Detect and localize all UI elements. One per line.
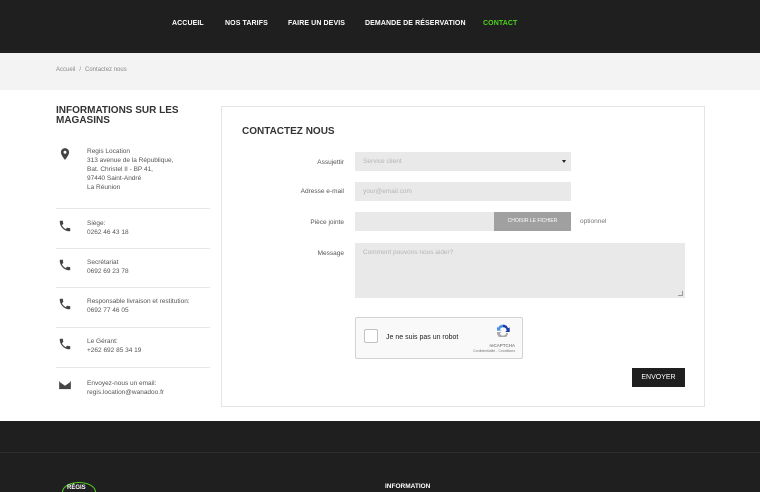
contact-form-panel: CONTACTEZ NOUS Assujettir Service client… <box>221 106 705 407</box>
info-line: Regis Location <box>87 148 130 155</box>
phone-icon <box>58 337 72 351</box>
footer: RÉGIS INFORMATION <box>0 421 760 492</box>
email-field[interactable]: your@email.com <box>355 182 571 201</box>
top-navigation: ACCUEIL NOS TARIFS FAIRE UN DEVIS DEMAND… <box>0 0 760 53</box>
info-line: Envoyez-nous un email: <box>87 380 157 387</box>
choose-file-button[interactable]: CHOISIR LE FICHIER <box>494 212 571 231</box>
nav-item-contact[interactable]: CONTACT <box>483 20 517 27</box>
info-item-gerant: Le Gérant: +262 692 85 34 19 <box>56 337 210 368</box>
footer-divider <box>0 452 760 453</box>
send-button[interactable]: ENVOYER <box>632 368 685 387</box>
breadcrumb-current: Contactez nous <box>85 67 127 73</box>
email-text: Envoyez-nous un email: regis.location@wa… <box>87 379 164 397</box>
phone-icon <box>58 219 72 233</box>
responsable-text: Responsable livraison et restitution: 06… <box>87 297 190 315</box>
info-item-siege: Siège: 0262 46 43 18 <box>56 219 210 249</box>
info-line: Siège: <box>87 220 106 227</box>
info-line: 97440 Saint-André <box>87 175 142 182</box>
subject-select[interactable]: Service client <box>355 152 571 171</box>
info-line: Le Gérant: <box>87 338 118 345</box>
nav-item-nos-tarifs[interactable]: NOS TARIFS <box>225 20 268 27</box>
footer-section-title: INFORMATION <box>385 483 431 490</box>
location-pin-icon <box>58 147 72 161</box>
info-line[interactable]: 0692 69 23 78 <box>87 267 129 276</box>
main-menu: ACCUEIL NOS TARIFS FAIRE UN DEVIS DEMAND… <box>0 20 760 32</box>
nav-item-demande-de-reservation[interactable]: DEMANDE DE RÉSERVATION <box>365 20 466 27</box>
info-item-secretariat: Secrétariat 0692 69 23 78 <box>56 258 210 288</box>
phone-icon <box>58 258 72 272</box>
form-title: CONTACTEZ NOUS <box>242 126 335 137</box>
recaptcha-checkbox[interactable] <box>364 329 378 343</box>
info-item-responsable: Responsable livraison et restitution: 06… <box>56 297 210 328</box>
recaptcha-widget: Je ne suis pas un robot reCAPTCHA Confid… <box>355 317 523 359</box>
breadcrumb-separator: / <box>79 67 82 73</box>
message-textarea[interactable]: Comment pouvons nous aider? <box>355 243 685 298</box>
sidebar-title: INFORMATIONS SUR LES MAGASINS <box>56 105 179 126</box>
recaptcha-brand: reCAPTCHA <box>489 343 515 348</box>
nav-item-accueil[interactable]: ACCUEIL <box>172 20 204 27</box>
chevron-down-icon <box>562 160 566 163</box>
phone-icon <box>58 297 72 311</box>
email-link[interactable]: regis.location@wanadoo.fr <box>87 388 164 397</box>
message-placeholder: Comment pouvons nous aider? <box>363 249 454 256</box>
envelope-icon <box>58 378 72 392</box>
recaptcha-links[interactable]: Confidentialité - Conditions <box>473 349 515 353</box>
resize-handle[interactable] <box>678 291 683 296</box>
secretariat-text: Secrétariat 0692 69 23 78 <box>87 258 129 276</box>
info-line: 313 avenue de la République, <box>87 157 174 164</box>
recaptcha-logo-icon <box>495 323 511 339</box>
breadcrumb-home-link[interactable]: Accueil <box>56 67 75 73</box>
info-line[interactable]: 0262 46 43 18 <box>87 228 129 237</box>
siege-text: Siège: 0262 46 43 18 <box>87 219 129 237</box>
info-item-email: Envoyez-nous un email: regis.location@wa… <box>56 379 210 405</box>
breadcrumb: Accueil / Contactez nous <box>56 67 127 73</box>
nav-item-faire-un-devis[interactable]: FAIRE UN DEVIS <box>288 20 345 27</box>
info-line: La Réunion <box>87 184 121 191</box>
info-line[interactable]: +262 692 85 34 19 <box>87 346 141 355</box>
info-line: Responsable livraison et restitution: <box>87 298 190 305</box>
email-placeholder: your@email.com <box>363 188 412 195</box>
breadcrumb-bar: Accueil / Contactez nous <box>0 53 760 90</box>
info-line[interactable]: 0692 77 46 05 <box>87 306 190 315</box>
message-label: Message <box>317 250 344 257</box>
recaptcha-label: Je ne suis pas un robot <box>386 334 459 341</box>
attachment-optional-note: optionnel <box>580 218 607 225</box>
info-line: Bat. Christel II - BP 41, <box>87 166 153 173</box>
subject-label: Assujettir <box>317 159 344 166</box>
attachment-field[interactable] <box>355 212 494 231</box>
gerant-text: Le Gérant: +262 692 85 34 19 <box>87 337 141 355</box>
attachment-label: Pièce jointe <box>310 219 344 226</box>
info-line: Secrétariat <box>87 259 119 266</box>
email-label: Adresse e-mail <box>300 188 344 195</box>
subject-selected-value: Service client <box>363 158 402 165</box>
info-item-address: Regis Location 313 avenue de la Républiq… <box>56 147 210 209</box>
address-text: Regis Location 313 avenue de la Républiq… <box>87 147 173 192</box>
footer-logo[interactable]: RÉGIS <box>62 482 96 492</box>
footer-logo-text: RÉGIS <box>67 485 86 491</box>
